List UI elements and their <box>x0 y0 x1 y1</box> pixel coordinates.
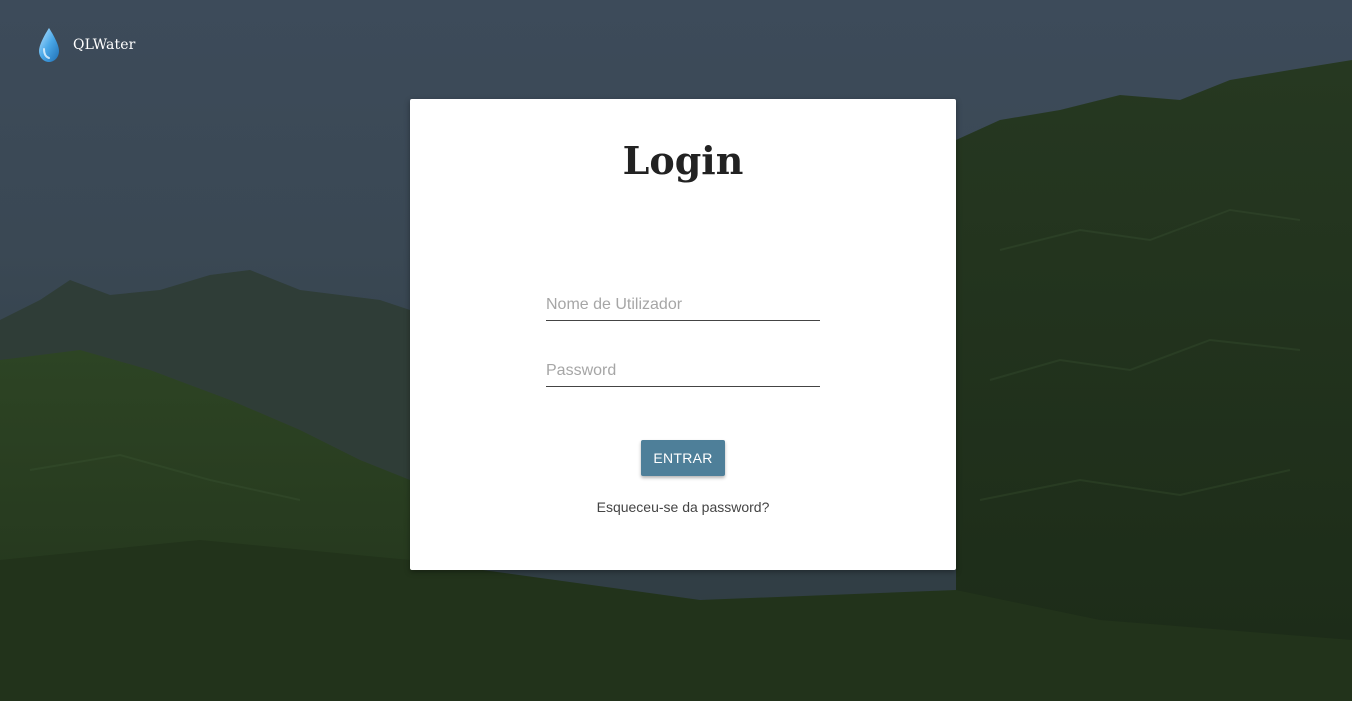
forgot-password-link[interactable]: Esqueceu-se da password? <box>410 499 956 515</box>
water-drop-icon <box>39 28 59 62</box>
password-input[interactable] <box>546 360 820 387</box>
login-submit-button[interactable]: ENTRAR <box>641 440 725 476</box>
brand-name: QLWater <box>73 37 136 53</box>
login-title: Login <box>622 138 744 183</box>
username-input[interactable] <box>546 294 820 321</box>
app-brand[interactable]: QLWater <box>36 27 135 63</box>
